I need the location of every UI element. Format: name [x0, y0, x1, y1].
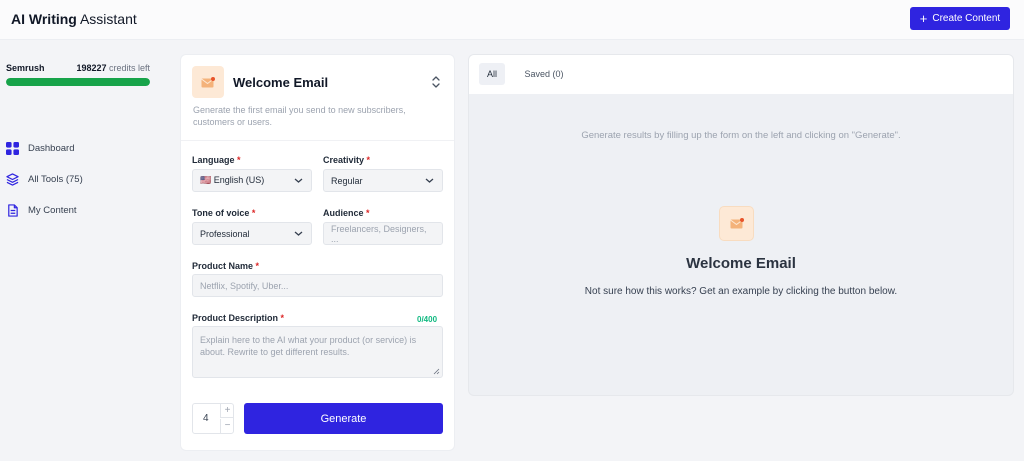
results-subtitle: Not sure how this works? Get an example … — [584, 286, 898, 297]
credits-progress-fill — [6, 78, 150, 86]
language-select[interactable]: 🇺🇸 English (US) — [192, 169, 312, 192]
create-content-button[interactable]: + Create Content — [910, 7, 1010, 30]
tab-saved[interactable]: Saved (0) — [517, 63, 571, 85]
tool-title: Welcome Email — [233, 75, 329, 90]
audience-placeholder: Freelancers, Designers, ... — [331, 223, 427, 244]
required-mark: * — [237, 155, 241, 165]
product-description-textarea[interactable]: Explain here to the AI what your product… — [192, 326, 443, 378]
results-title: Welcome Email — [686, 255, 796, 272]
sidebar-item-all-tools[interactable]: All Tools (75) — [6, 164, 83, 195]
results-tabs: All Saved (0) — [469, 55, 1013, 94]
product-name-label-text: Product Name — [192, 261, 254, 271]
sidebar-item-my-content[interactable]: My Content — [6, 195, 83, 226]
audience-label-text: Audience — [323, 208, 364, 218]
increment-button[interactable]: + — [220, 404, 234, 418]
product-name-label: Product Name * — [192, 261, 259, 271]
app-title: AI Writing Assistant — [11, 11, 137, 27]
credits-suffix: credits left — [106, 63, 150, 73]
document-icon — [8, 204, 18, 217]
language-label-text: Language — [192, 155, 235, 165]
decrement-button[interactable]: − — [220, 419, 234, 433]
credits-count: 198227 — [76, 63, 107, 73]
tone-value: Professional — [200, 228, 250, 239]
creativity-value: Regular — [331, 175, 363, 186]
product-description-placeholder: Explain here to the AI what your product… — [200, 335, 417, 357]
app-title-bold: AI Writing — [11, 11, 77, 27]
sidebar-item-label: Dashboard — [28, 143, 75, 154]
chevron-down-icon — [294, 231, 303, 236]
results-hint: Generate results by filling up the form … — [581, 130, 901, 141]
tone-label: Tone of voice * — [192, 208, 255, 218]
credits-brand: Semrush — [6, 63, 45, 73]
creativity-label-text: Creativity — [323, 155, 365, 165]
tone-select[interactable]: Professional — [192, 222, 312, 245]
chevron-up-down-icon[interactable] — [430, 75, 442, 89]
chevron-down-icon — [294, 178, 303, 183]
required-mark: * — [255, 261, 260, 271]
product-name-input[interactable]: Netflix, Spotify, Uber... — [192, 274, 443, 297]
sidebar-item-label: My Content — [28, 205, 77, 216]
resize-handle-icon[interactable] — [433, 368, 440, 375]
chevron-down-icon — [425, 178, 434, 183]
grid-icon — [6, 142, 19, 155]
audience-label: Audience * — [323, 208, 370, 218]
credits-info: 198227 credits left — [76, 63, 150, 73]
top-bar: AI Writing Assistant + Create Content — [0, 0, 1024, 40]
credits-progress-bar — [6, 78, 150, 86]
tone-label-text: Tone of voice — [192, 208, 250, 218]
character-counter: 0/400 — [417, 315, 438, 324]
tool-description: Generate the first email you send to new… — [193, 105, 406, 127]
results-panel: All Saved (0) Generate results by fillin… — [469, 55, 1013, 395]
required-mark: * — [366, 208, 370, 218]
product-description-label: Product Description * — [192, 313, 284, 323]
required-mark: * — [366, 155, 371, 165]
divider — [181, 140, 454, 141]
required-mark: * — [251, 208, 256, 218]
tab-all[interactable]: All — [479, 63, 505, 85]
language-value: 🇺🇸 English (US) — [200, 175, 265, 185]
form-card: Welcome Email Generate the first email y… — [181, 55, 454, 450]
app-title-rest: Assistant — [76, 11, 137, 27]
sidebar-nav: Dashboard All Tools (75) My Content — [6, 133, 83, 226]
product-description-label-text: Product Description — [192, 313, 279, 323]
generate-button[interactable]: Generate — [244, 403, 443, 434]
required-mark: * — [280, 313, 285, 323]
envelope-icon — [192, 66, 224, 98]
sidebar-item-dashboard[interactable]: Dashboard — [6, 133, 83, 164]
plus-icon: + — [919, 11, 928, 26]
creativity-label: Creativity * — [323, 155, 370, 165]
audience-input[interactable]: Freelancers, Designers, ... — [323, 222, 443, 245]
envelope-icon — [720, 207, 753, 240]
language-label: Language * — [192, 155, 241, 165]
sidebar-item-label: All Tools (75) — [28, 174, 83, 185]
creativity-select[interactable]: Regular — [323, 169, 443, 192]
quantity-stepper[interactable]: 4 + − — [192, 403, 234, 434]
quantity-value: 4 — [203, 413, 209, 424]
product-name-placeholder: Netflix, Spotify, Uber... — [200, 280, 289, 291]
create-content-label: Create Content — [932, 13, 1001, 24]
sidebar: Semrush 198227 credits left Dashboard Al… — [0, 41, 165, 461]
layers-icon — [6, 173, 19, 186]
